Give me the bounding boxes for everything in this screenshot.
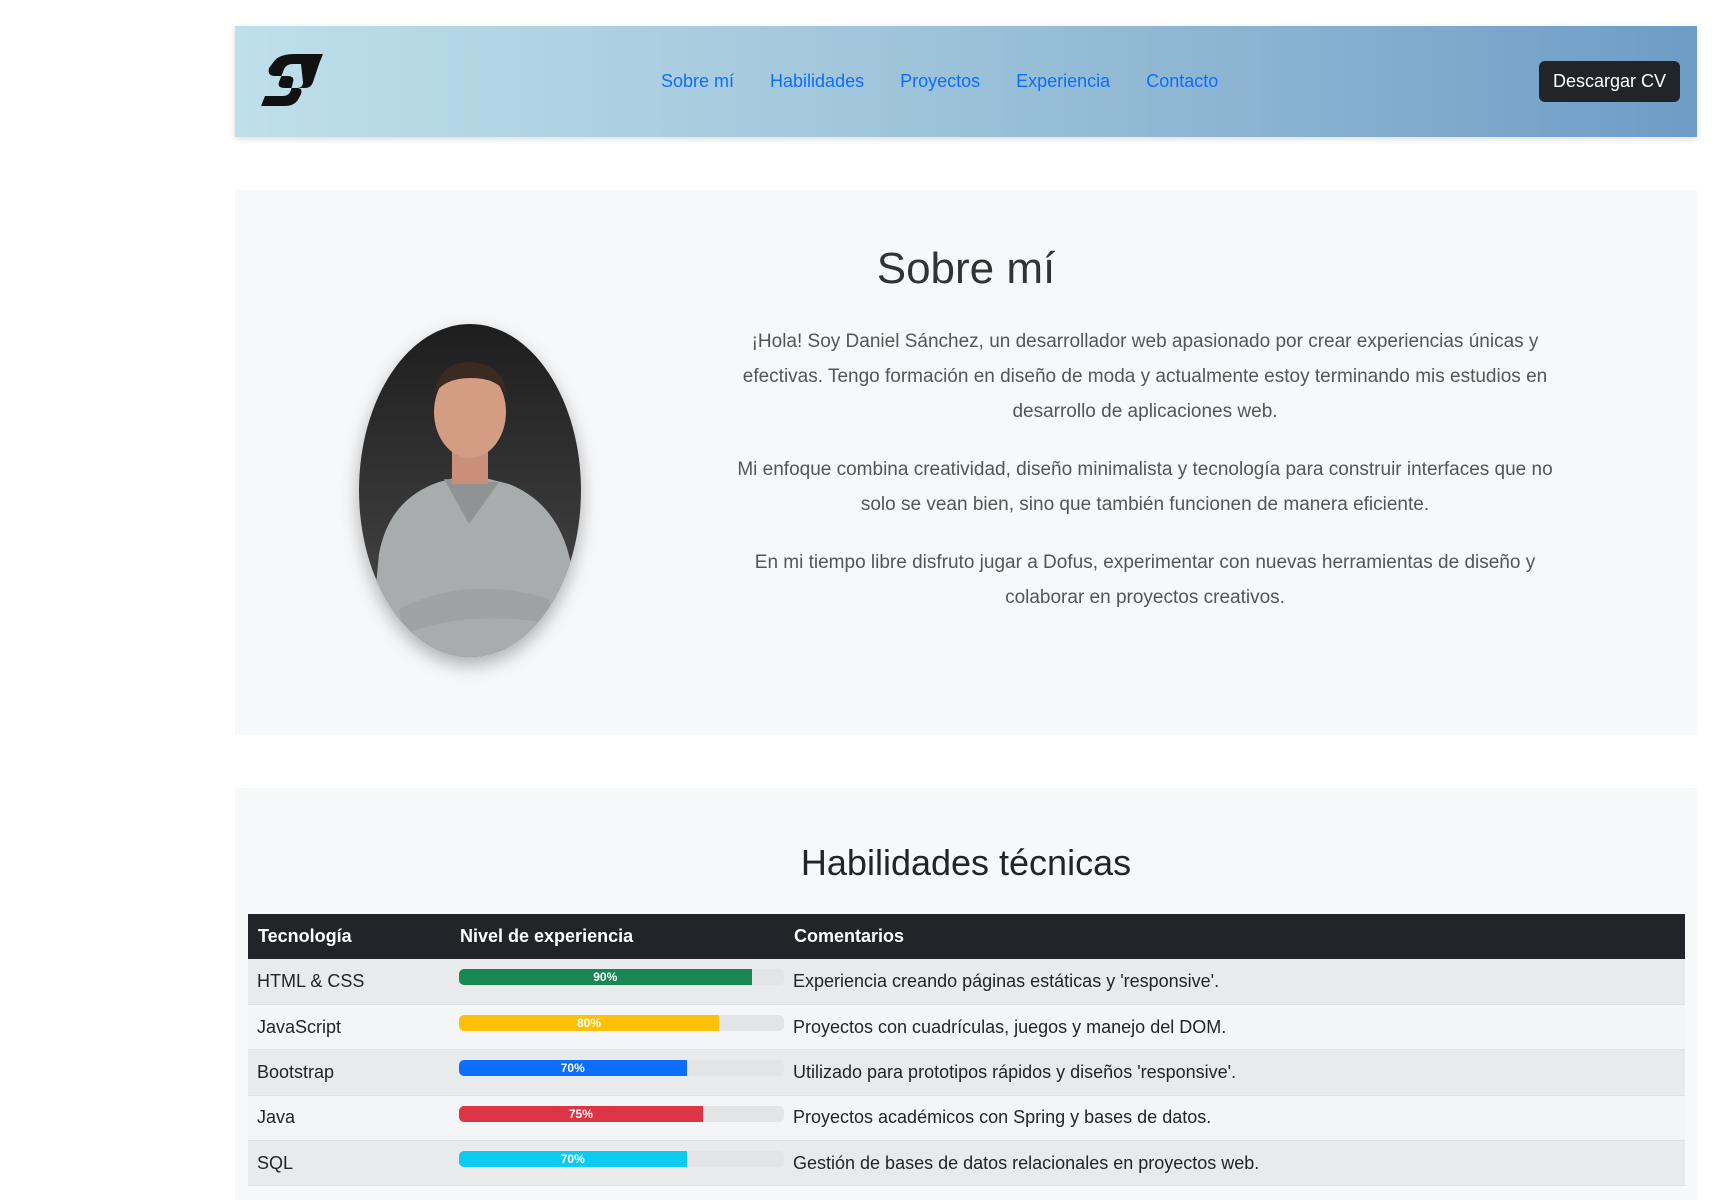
table-row: HTML & CSS 90% Experiencia creando páginas… <box>248 959 1685 1005</box>
table-row: JavaScript 80% Proyectos con cuadrículas, … <box>248 1004 1685 1050</box>
header-comentarios: Comentarios <box>794 926 905 946</box>
header-tecnologia: Tecnología <box>258 926 352 946</box>
navbar: Sobre mí Habilidades Proyectos Experienc… <box>235 26 1697 137</box>
skill-tech: JavaScript <box>257 1016 342 1037</box>
progress-bar: 75% <box>459 1105 703 1122</box>
skill-tech: SQL <box>257 1152 294 1173</box>
about-section: Sobre mí ¡Hola! Soy Daniel Sánchez, un d… <box>235 190 1697 735</box>
nav-link-proyectos[interactable]: Proyectos <box>900 71 980 92</box>
skill-comment: Gestión de bases de datos relacionales e… <box>793 1152 1260 1173</box>
nav-link-habilidades[interactable]: Habilidades <box>770 71 864 92</box>
table-row: Bootstrap 70% Utilizado para prototipos rá… <box>248 1049 1685 1096</box>
nav-links: Sobre mí Habilidades Proyectos Experienc… <box>661 26 1254 137</box>
skills-table: Tecnología Nivel de experiencia Comentar… <box>248 914 1685 1186</box>
profile-photo <box>359 324 581 657</box>
skill-tech: Java <box>257 1107 296 1128</box>
skills-title: Habilidades técnicas <box>800 842 1132 883</box>
skills-section: Habilidades técnicas Tecnología Nivel de… <box>235 788 1697 1200</box>
progress-bar: 90% <box>459 969 752 986</box>
skill-comment: Experiencia creando páginas estáticas y … <box>793 970 1220 991</box>
table-row: Java 75% Proyectos académicos con Spring y… <box>248 1095 1685 1141</box>
progress-track: 80% <box>459 1015 784 1032</box>
skill-tech: HTML & CSS <box>257 970 365 991</box>
progress-track: 90% <box>459 969 784 986</box>
skill-level: 70% <box>450 1141 784 1186</box>
skill-level: 90% <box>450 959 784 1004</box>
progress-bar: 70% <box>459 1060 687 1077</box>
skill-level: 75% <box>450 1095 784 1140</box>
nav-link-experiencia[interactable]: Experiencia <box>1016 71 1110 92</box>
skill-comment: Proyectos académicos con Spring y bases … <box>793 1107 1212 1128</box>
skill-tech: Bootstrap <box>257 1061 335 1082</box>
skill-comment: Proyectos con cuadrículas, juegos y mane… <box>793 1016 1227 1037</box>
about-paragraph: En mi tiempo libre disfruto jugar a Dofu… <box>754 552 1536 608</box>
progress-track: 75% <box>459 1105 784 1122</box>
progress-bar: 80% <box>459 1015 719 1032</box>
skill-level: 80% <box>450 1004 784 1049</box>
progress-track: 70% <box>459 1151 784 1168</box>
progress-track: 70% <box>459 1060 784 1077</box>
nav-link-sobre-mi[interactable]: Sobre mí <box>661 71 734 92</box>
table-header-row: Tecnología Nivel de experiencia Comentar… <box>248 914 1685 959</box>
logo-icon[interactable] <box>257 52 327 110</box>
skill-level: 70% <box>450 1050 784 1095</box>
progress-bar: 70% <box>459 1151 687 1168</box>
about-title: Sobre mí <box>876 244 1056 293</box>
header-nivel: Nivel de experiencia <box>460 926 634 946</box>
skill-comment: Utilizado para prototipos rápidos y dise… <box>793 1061 1237 1082</box>
about-text: ¡Hola! Soy Daniel Sánchez, un desarrolla… <box>725 324 1565 638</box>
about-paragraph: Mi enfoque combina creatividad, diseño m… <box>737 459 1553 515</box>
download-cv-button[interactable]: Descargar CV <box>1538 61 1680 102</box>
table-row: SQL 70% Gestión de bases de datos relacion… <box>248 1140 1685 1186</box>
about-paragraph: ¡Hola! Soy Daniel Sánchez, un desarrolla… <box>742 331 1548 422</box>
nav-link-contacto[interactable]: Contacto <box>1146 71 1218 92</box>
